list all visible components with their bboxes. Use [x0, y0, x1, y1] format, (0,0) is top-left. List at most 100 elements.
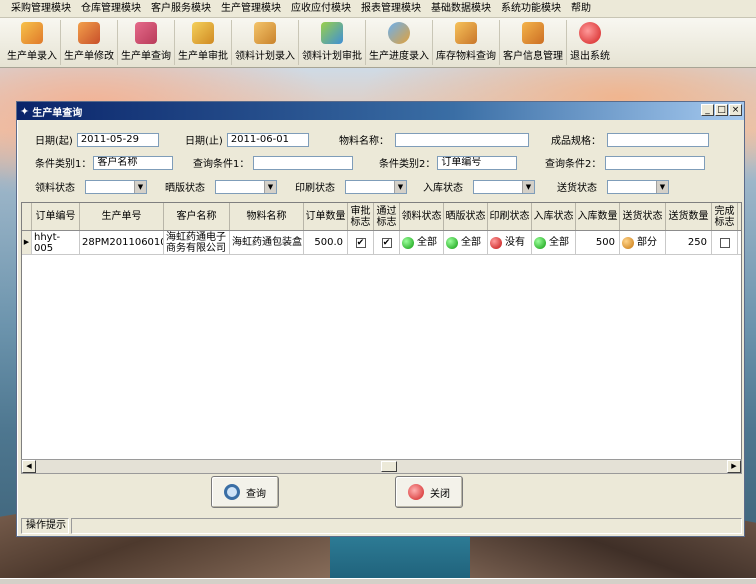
package-search-icon [135, 22, 157, 44]
scroll-left-icon[interactable]: ◀ [22, 460, 36, 473]
menu-receivable-payable[interactable]: 应收应付模块 [286, 0, 356, 18]
cond2-label: 条件类别2： [379, 159, 436, 170]
dropdown-arrow-icon: ▼ [394, 180, 406, 193]
maximize-button[interactable]: □ [715, 104, 728, 116]
cell-qty[interactable]: 500.0 [304, 231, 348, 254]
date-to-label: 日期(止) [185, 136, 223, 147]
row-pointer-icon[interactable]: ▶ [22, 231, 32, 254]
menu-basic-data[interactable]: 基础数据模块 [426, 0, 496, 18]
cell-approve[interactable]: ✔ [348, 231, 374, 254]
toolbar-production-edit-button[interactable]: 生产单修改 [61, 20, 118, 65]
menu-reports[interactable]: 报表管理模块 [356, 0, 426, 18]
material-input[interactable] [395, 132, 529, 147]
minimize-button[interactable]: _ [701, 104, 714, 116]
menu-help[interactable]: 帮助 [566, 0, 596, 18]
cell-plate-status[interactable]: 全部 [444, 231, 488, 254]
col-header-ship-status[interactable]: 送货状态 [620, 203, 666, 230]
print-status-row: 印刷状态 ▼ [295, 179, 407, 194]
done-checkbox[interactable] [719, 237, 730, 248]
toolbar-production-entry-button[interactable]: 生产单录入 [4, 20, 61, 65]
toolbar-label: 领料计划录入 [235, 51, 295, 62]
menu-warehouse[interactable]: 仓库管理模块 [76, 0, 146, 18]
col-header-pass[interactable]: 通过标志 [374, 203, 400, 230]
horizontal-scrollbar[interactable]: ◀ ▶ [21, 459, 742, 474]
window-titlebar[interactable]: ✦ 生产单查询 _ □ × [17, 102, 744, 120]
scroll-thumb[interactable] [381, 461, 397, 472]
cell-print-status[interactable]: 没有 [488, 231, 532, 254]
col-header-pick-status[interactable]: 领料状态 [400, 203, 444, 230]
power-icon [408, 484, 424, 500]
col-header-in-status[interactable]: 入库状态 [532, 203, 576, 230]
cell-in-qty[interactable]: 500 [576, 231, 620, 254]
ship-status-row: 送货状态 ▼ [557, 179, 669, 194]
col-header-print-status[interactable]: 印刷状态 [488, 203, 532, 230]
ship-status-label: 送货状态 [557, 183, 597, 194]
toolbar-exit-button[interactable]: 退出系统 [567, 20, 613, 65]
plate-status-select[interactable]: ▼ [215, 179, 277, 194]
cond1-row: 条件类别1： 客户名称 [35, 155, 174, 170]
pass-checkbox[interactable]: ✔ [381, 237, 392, 248]
status-hint: 操作提示 [21, 518, 69, 534]
menu-system[interactable]: 系统功能模块 [496, 0, 566, 18]
cell-prod-no[interactable]: 28PM201106010001 [80, 231, 164, 254]
print-status-label: 印刷状态 [295, 183, 335, 194]
cell-in-status[interactable]: 全部 [532, 231, 576, 254]
query2-input[interactable] [605, 155, 706, 170]
in-status-select[interactable]: ▼ [473, 179, 535, 194]
cond1-input[interactable]: 客户名称 [93, 155, 174, 170]
date-from-input[interactable]: 2011-05-29 [76, 132, 159, 147]
pick-status-select[interactable]: ▼ [85, 179, 147, 194]
toolbar-progress-entry-button[interactable]: 生产进度录入 [366, 20, 433, 65]
cell-material[interactable]: 海虹药通包装盒 [230, 231, 304, 254]
toolbar-production-approve-button[interactable]: 生产单审批 [175, 20, 232, 65]
cell-pick-status[interactable]: 全部 [400, 231, 444, 254]
query-button[interactable]: 查询 [211, 476, 279, 508]
menu-purchase[interactable]: 采购管理模块 [6, 0, 76, 18]
col-header-ship-qty[interactable]: 送货数量 [666, 203, 712, 230]
close-button[interactable]: 关闭 [395, 476, 463, 508]
col-header-approve[interactable]: 审批标志 [348, 203, 374, 230]
cond2-row: 条件类别2： 订单编号 [379, 155, 518, 170]
plan-approve-icon [321, 22, 343, 44]
toolbar-inventory-query-button[interactable]: 库存物料查询 [433, 20, 500, 65]
cell-ship-status[interactable]: 部分 [620, 231, 666, 254]
date-to-input[interactable]: 2011-06-01 [226, 132, 309, 147]
col-header-material[interactable]: 物料名称 [230, 203, 304, 230]
print-status-select[interactable]: ▼ [345, 179, 407, 194]
green-status-icon [402, 236, 414, 249]
toolbar-customer-info-button[interactable]: 客户信息管理 [500, 20, 567, 65]
toolbar-label: 退出系统 [570, 51, 610, 62]
toolbar-material-plan-approve-button[interactable]: 领料计划审批 [299, 20, 366, 65]
query1-row: 查询条件1： [193, 155, 354, 170]
menu-production[interactable]: 生产管理模块 [216, 0, 286, 18]
spec-label: 成品规格： [551, 136, 601, 147]
col-header-qty[interactable]: 订单数量 [304, 203, 348, 230]
cell-customer[interactable]: 海虹药通电子商务有限公司 [164, 231, 230, 254]
cond2-input[interactable]: 订单编号 [437, 155, 518, 170]
grid-header: 订单编号 生产单号 客户名称 物料名称 订单数量 审批标志 通过标志 领料状态 … [22, 203, 741, 231]
col-header-customer[interactable]: 客户名称 [164, 203, 230, 230]
close-window-button[interactable]: × [729, 104, 742, 116]
ship-status-select[interactable]: ▼ [607, 179, 669, 194]
menu-customer-service[interactable]: 客户服务模块 [146, 0, 216, 18]
approve-checkbox[interactable]: ✔ [355, 237, 366, 248]
col-header-plate-status[interactable]: 晒版状态 [444, 203, 488, 230]
query1-input[interactable] [253, 155, 354, 170]
cell-pass[interactable]: ✔ [374, 231, 400, 254]
col-header-order-no[interactable]: 订单编号 [32, 203, 80, 230]
toolbar-production-query-button[interactable]: 生产单查询 [118, 20, 175, 65]
material-row: 物料名称： [339, 132, 529, 147]
toolbar-material-plan-entry-button[interactable]: 领料计划录入 [232, 20, 299, 65]
cell-order-no[interactable]: hhyt-005 [32, 231, 80, 254]
col-header-done[interactable]: 完成标志 [712, 203, 738, 230]
cell-ship-qty[interactable]: 250 [666, 231, 712, 254]
spec-input[interactable] [607, 132, 709, 147]
table-row[interactable]: ▶ hhyt-005 28PM201106010001 海虹药通电子商务有限公司… [22, 231, 741, 255]
query1-label: 查询条件1： [193, 159, 250, 170]
col-header-in-qty[interactable]: 入库数量 [576, 203, 620, 230]
cell-done[interactable] [712, 231, 738, 254]
dropdown-arrow-icon: ▼ [522, 180, 534, 193]
col-header-prod-no[interactable]: 生产单号 [80, 203, 164, 230]
scroll-right-icon[interactable]: ▶ [727, 460, 741, 473]
date-from-label: 日期(起) [35, 136, 73, 147]
